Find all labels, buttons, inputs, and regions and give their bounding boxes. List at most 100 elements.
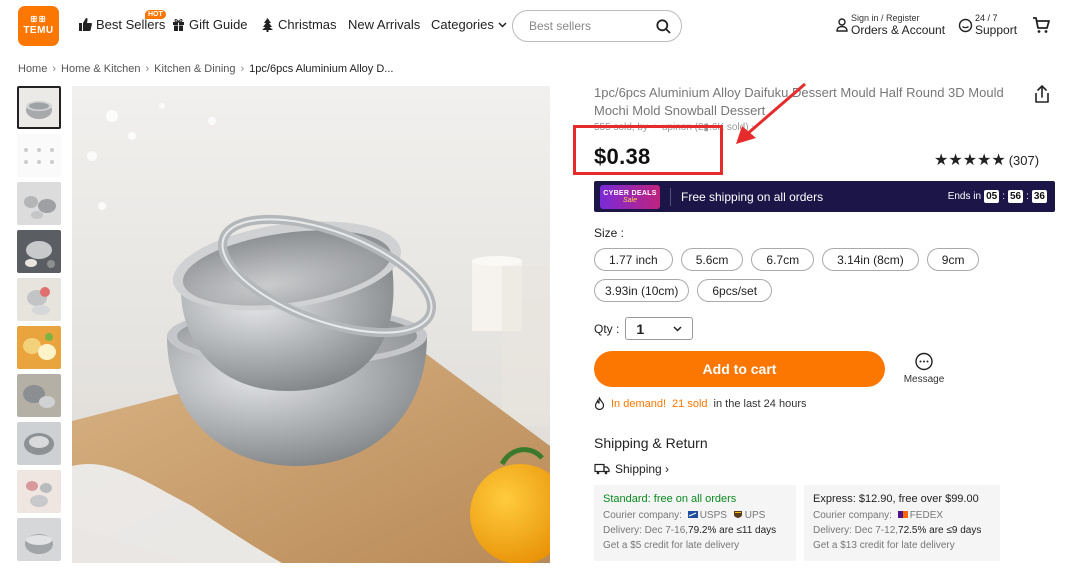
size-option[interactable]: 6.7cm <box>751 248 815 271</box>
chevron-down-icon <box>673 325 682 332</box>
thumbnail[interactable] <box>17 278 61 321</box>
breadcrumb-home[interactable]: Home <box>18 63 47 75</box>
thumbnail[interactable] <box>17 230 61 273</box>
countdown-minutes: 56 <box>1007 190 1024 203</box>
standard-shipping-title: Standard: free on all orders <box>603 493 737 505</box>
truck-icon <box>594 463 610 475</box>
size-label: Size : <box>594 226 625 240</box>
deal-text: Free shipping on all orders <box>681 189 824 204</box>
breadcrumb-separator: › <box>145 63 150 75</box>
support-label: Support <box>975 23 1018 37</box>
nav-categories-label: Categories <box>431 17 494 32</box>
express-courier-row: Courier company: FEDEX <box>813 508 991 523</box>
account-sign-in-label: Sign in / Register <box>851 13 920 23</box>
thumbnail[interactable] <box>17 134 61 177</box>
deal-divider <box>670 187 671 206</box>
demand-info: In demand! 21 sold in the last 24 hours <box>594 397 806 410</box>
message-icon <box>915 352 933 371</box>
chat-icon <box>958 18 973 32</box>
deal-countdown: Ends in 05: 56: 36 <box>947 190 1047 203</box>
fedex-logo-icon <box>897 511 908 519</box>
search-input[interactable] <box>529 19 649 33</box>
qty-label: Qty : <box>594 321 620 336</box>
qty-value: 1 <box>636 320 645 337</box>
express-delivery-stat: 72.5% are ≤9 days <box>898 524 982 536</box>
hot-badge: HOT <box>145 10 166 19</box>
countdown-hours: 05 <box>984 190 1000 203</box>
standard-shipping-card: Standard: free on all orders Courier com… <box>594 485 796 561</box>
express-credit: Get a $13 credit for late delivery <box>813 539 955 551</box>
demand-sold-count: 21 sold <box>672 397 708 410</box>
standard-delivery-dates: Delivery: Dec 7-16, <box>603 524 689 536</box>
size-option[interactable]: 1.77 inch <box>594 248 673 271</box>
cyber-deals-banner: CYBER DEALS Sale Free shipping on all or… <box>594 181 1055 212</box>
thumbnail[interactable] <box>17 86 61 129</box>
cart-icon[interactable] <box>1032 16 1050 39</box>
thumbnail[interactable] <box>17 182 61 225</box>
support-menu[interactable]: 24 / 7 Support <box>958 14 1017 36</box>
shipping-link-label: Shipping › <box>615 462 670 476</box>
nav-christmas[interactable]: Christmas <box>261 17 337 32</box>
shipping-link[interactable]: Shipping › <box>594 462 669 476</box>
ups-logo-icon <box>733 511 742 519</box>
express-delivery-dates: Delivery: Dec 7-12, <box>813 524 899 536</box>
temu-logo[interactable]: ꕥꕥ TEMU <box>18 6 59 46</box>
main-product-image[interactable] <box>72 86 550 563</box>
thumbnail-strip <box>17 86 61 566</box>
message-label: Message <box>903 374 945 385</box>
nav-gift-guide-label: Gift Guide <box>189 17 248 32</box>
demand-suffix: in the last 24 hours <box>713 397 807 410</box>
quantity-row: Qty : 1 <box>594 317 694 340</box>
size-option[interactable]: 5.6cm <box>680 248 744 271</box>
support-hours-label: 24 / 7 <box>975 13 998 23</box>
tree-icon <box>262 17 273 32</box>
breadcrumb-home-kitchen[interactable]: Home & Kitchen <box>61 63 140 75</box>
thumbnail[interactable] <box>17 374 61 417</box>
account-menu[interactable]: Sign in / Register Orders & Account <box>836 14 945 36</box>
annotation-arrow-icon <box>736 82 806 144</box>
standard-courier-row: Courier company: USPS UPS <box>603 508 787 523</box>
carrier-usps: USPS <box>699 509 727 521</box>
usps-logo-icon <box>687 511 698 519</box>
thumbnail[interactable] <box>17 470 61 513</box>
thumbnail[interactable] <box>17 518 61 561</box>
standard-delivery-stat: 79.2% are ≤11 days <box>688 524 777 536</box>
breadcrumb-kitchen-dining[interactable]: Kitchen & Dining <box>154 63 235 75</box>
carrier-fedex: FEDEX <box>909 509 944 521</box>
search-bar <box>512 10 682 42</box>
standard-delivery-row: Delivery: Dec 7-16,79.2% are ≤11 days <box>603 523 787 538</box>
thumbs-up-icon <box>79 18 92 31</box>
rating-summary[interactable]: ★★★★★ (307) <box>934 150 1039 170</box>
add-to-cart-button[interactable]: Add to cart <box>594 351 885 387</box>
deal-ends-label: Ends in <box>947 191 982 202</box>
size-option[interactable]: 3.14in (8cm) <box>822 248 919 271</box>
size-option[interactable]: 3.93in (10cm) <box>594 279 690 302</box>
shipping-return-heading: Shipping & Return <box>594 435 708 451</box>
message-button[interactable]: Message <box>900 352 948 385</box>
breadcrumb: Home › Home & Kitchen › Kitchen & Dining… <box>18 63 393 75</box>
size-option[interactable]: 9cm <box>926 248 980 271</box>
search-icon[interactable] <box>656 18 671 34</box>
courier-label: Courier company: <box>603 509 682 521</box>
top-header: ꕥꕥ TEMU Best Sellers HOT Gift Guide Chri… <box>0 0 1080 52</box>
logo-mark: ꕥꕥ <box>30 15 47 24</box>
carrier-ups: UPS <box>744 509 766 521</box>
express-shipping-title: Express: $12.90, free over $99.00 <box>813 493 979 505</box>
nav-new-arrivals-label: New Arrivals <box>348 17 421 32</box>
nav-gift-guide[interactable]: Gift Guide <box>172 17 248 32</box>
nav-new-arrivals[interactable]: New Arrivals <box>348 17 420 32</box>
nav-christmas-label: Christmas <box>278 17 337 32</box>
user-icon <box>836 18 848 32</box>
size-option[interactable]: 6pcs/set <box>697 279 773 302</box>
size-options-row-1: 1.77 inch 5.6cm 6.7cm 3.14in (8cm) 9cm <box>594 248 980 271</box>
thumbnail[interactable] <box>17 326 61 369</box>
rating-stars-icon: ★★★★★ <box>934 152 1006 169</box>
share-icon[interactable] <box>1033 84 1051 109</box>
breadcrumb-separator: › <box>240 63 245 75</box>
deal-logo-line2: Sale <box>622 196 637 204</box>
nav-best-sellers[interactable]: Best Sellers <box>78 17 165 32</box>
nav-categories[interactable]: Categories <box>431 17 507 32</box>
chevron-down-icon <box>498 21 507 28</box>
quantity-select[interactable]: 1 <box>625 317 694 340</box>
thumbnail[interactable] <box>17 422 61 465</box>
